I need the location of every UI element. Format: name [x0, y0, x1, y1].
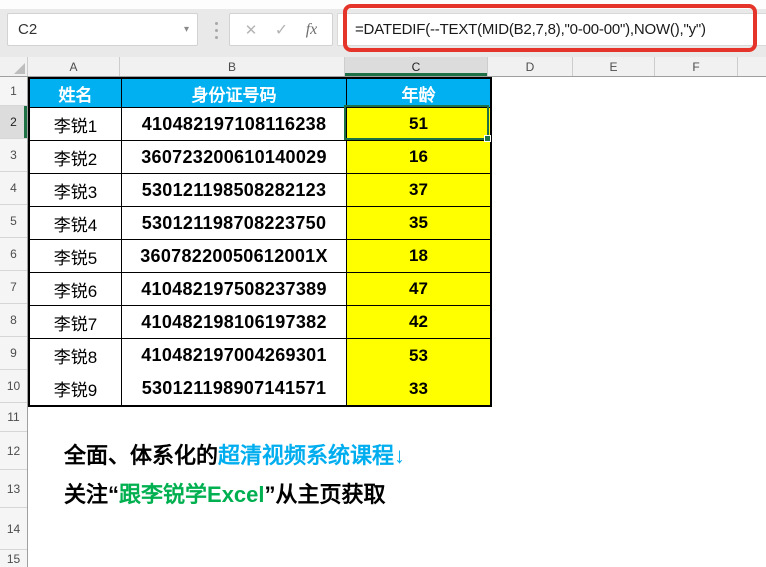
cell-b2[interactable]: 410482197108116238: [122, 108, 347, 141]
promo-line2-prefix: 关注“: [64, 482, 119, 507]
sheet-grid: A B C D E F 1 2 3 4 5 6 7 8 9 10 11 12 1…: [0, 57, 766, 567]
cancel-icon[interactable]: ✕: [245, 21, 258, 39]
cell-b9[interactable]: 410482197004269301: [122, 339, 347, 372]
chevron-down-icon[interactable]: ▾: [184, 24, 189, 35]
row-header-1[interactable]: 1: [0, 77, 27, 106]
cell-c2[interactable]: 51: [347, 108, 490, 141]
cell-b4[interactable]: 530121198508282123: [122, 174, 347, 207]
cell-a5[interactable]: 李锐4: [30, 207, 122, 240]
cell-c5[interactable]: 35: [347, 207, 490, 240]
cell-c8[interactable]: 42: [347, 306, 490, 339]
select-all-icon: [14, 63, 25, 74]
fill-handle[interactable]: [484, 135, 491, 142]
cell-a6[interactable]: 李锐5: [30, 240, 122, 273]
data-table: 姓名 身份证号码 年龄 李锐1 410482197108116238 51 李锐…: [28, 77, 492, 407]
cell-c4[interactable]: 37: [347, 174, 490, 207]
row-header-2[interactable]: 2: [0, 106, 27, 139]
promo-line2-suffix: ”从主页获取: [265, 482, 386, 507]
cell-c6[interactable]: 18: [347, 240, 490, 273]
column-header-f[interactable]: F: [655, 57, 738, 76]
formula-toolbar: C2 ▾ ✕ ✓ fx =DATEDIF(--TEXT(MID(B2,7,8),…: [0, 0, 766, 57]
cell-a2[interactable]: 李锐1: [30, 108, 122, 141]
cell-b7[interactable]: 410482197508237389: [122, 273, 347, 306]
row-header-12[interactable]: 12: [0, 432, 27, 470]
cell-c10[interactable]: 33: [347, 372, 490, 405]
cell-a3[interactable]: 李锐2: [30, 141, 122, 174]
promo-line-2: 关注“跟李锐学Excel”从主页获取: [64, 477, 386, 509]
column-header-e[interactable]: E: [573, 57, 655, 76]
name-box-resize-handle: [215, 22, 218, 39]
cell-c7[interactable]: 47: [347, 273, 490, 306]
cell-a9[interactable]: 李锐8: [30, 339, 122, 372]
insert-function-icon[interactable]: fx: [306, 21, 318, 39]
formula-buttons: ✕ ✓ fx: [229, 13, 333, 46]
cell-a10[interactable]: 李锐9: [30, 372, 122, 405]
cell-a4[interactable]: 李锐3: [30, 174, 122, 207]
row-header-4[interactable]: 4: [0, 172, 27, 205]
cell-a7[interactable]: 李锐6: [30, 273, 122, 306]
column-header-partial[interactable]: [738, 57, 766, 76]
table-header-id[interactable]: 身份证号码: [122, 79, 347, 108]
row-header-6[interactable]: 6: [0, 238, 27, 271]
column-header-d[interactable]: D: [488, 57, 573, 76]
enter-icon[interactable]: ✓: [275, 20, 288, 40]
column-header-c[interactable]: C: [345, 57, 488, 76]
formula-input[interactable]: =DATEDIF(--TEXT(MID(B2,7,8),"0-00-00"),N…: [337, 13, 766, 46]
row-header-14[interactable]: 14: [0, 508, 27, 550]
promo-line2-green: 跟李锐学Excel: [119, 482, 265, 507]
column-header-b[interactable]: B: [120, 57, 345, 76]
row-header-5[interactable]: 5: [0, 205, 27, 238]
cell-b10[interactable]: 530121198907141571: [122, 372, 347, 405]
cell-a8[interactable]: 李锐7: [30, 306, 122, 339]
row-headers: 1 2 3 4 5 6 7 8 9 10 11 12 13 14 15: [0, 77, 28, 567]
name-box[interactable]: C2 ▾: [7, 13, 198, 46]
row-header-9[interactable]: 9: [0, 337, 27, 370]
cell-c9[interactable]: 53: [347, 339, 490, 372]
row-header-15[interactable]: 15: [0, 550, 27, 567]
cell-b5[interactable]: 530121198708223750: [122, 207, 347, 240]
row-header-10[interactable]: 10: [0, 370, 27, 403]
promo-line1-cyan: 超清视频系统课程↓: [218, 443, 405, 468]
row-header-7[interactable]: 7: [0, 271, 27, 304]
cell-b8[interactable]: 410482198106197382: [122, 306, 347, 339]
cell-b3[interactable]: 360723200610140029: [122, 141, 347, 174]
cell-c3[interactable]: 16: [347, 141, 490, 174]
promo-line1-black: 全面、体系化的: [64, 443, 218, 468]
select-all-button[interactable]: [0, 57, 28, 76]
row-header-11[interactable]: 11: [0, 403, 27, 432]
spreadsheet-app: C2 ▾ ✕ ✓ fx =DATEDIF(--TEXT(MID(B2,7,8),…: [0, 0, 766, 567]
column-header-a[interactable]: A: [28, 57, 120, 76]
row-header-13[interactable]: 13: [0, 470, 27, 508]
table-header-name[interactable]: 姓名: [30, 79, 122, 108]
row-header-8[interactable]: 8: [0, 304, 27, 337]
row-header-3[interactable]: 3: [0, 139, 27, 172]
column-headers: A B C D E F: [0, 57, 766, 77]
table-header-age[interactable]: 年龄: [347, 79, 490, 108]
cell-reference[interactable]: C2: [18, 21, 37, 38]
cell-b6[interactable]: 36078220050612001X: [122, 240, 347, 273]
formula-text[interactable]: =DATEDIF(--TEXT(MID(B2,7,8),"0-00-00"),N…: [338, 21, 706, 38]
promo-line-1: 全面、体系化的超清视频系统课程↓: [64, 438, 405, 470]
